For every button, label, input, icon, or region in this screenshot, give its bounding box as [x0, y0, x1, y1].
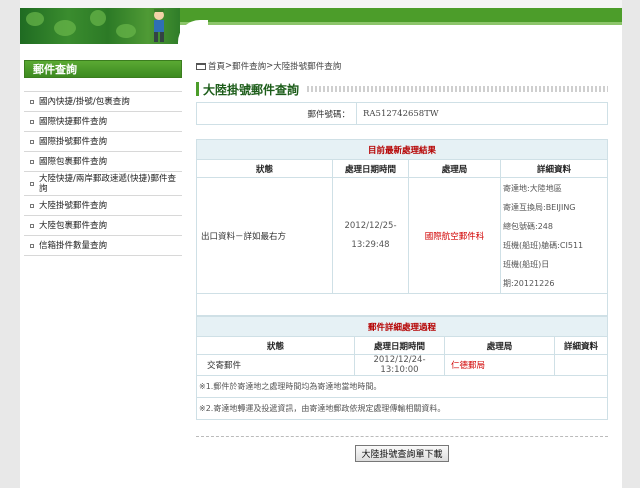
sidebar-item-mailbox-count[interactable]: 信箱掛件數量查詢	[24, 236, 182, 256]
table-row: 交寄郵件 2012/12/24-13:10:00 仁德郵局	[196, 354, 608, 376]
sidebar-item-mainland-express[interactable]: 大陸快捷/兩岸郵政速遞(快捷)郵件查詢	[24, 172, 182, 196]
col-header-details: 詳細資料	[500, 159, 608, 178]
sidebar-item-label: 大陸快捷/兩岸郵政速遞(快捷)郵件查詢	[39, 173, 176, 194]
sidebar-item-domestic[interactable]: 國內快捷/掛號/包裹查詢	[24, 92, 182, 112]
sidebar-item-label: 國內快捷/掛號/包裹查詢	[39, 96, 130, 107]
main-content: 首頁 > 郵件查詢 > 大陸掛號郵件查詢 大陸掛號郵件查詢 郵件號碼： RA5127…	[196, 58, 608, 462]
page: 郵件查詢 國內快捷/掛號/包裹查詢 國際快捷郵件查詢 國際掛號郵件查詢 國際包裹…	[20, 0, 622, 488]
latest-status: 出口資料－詳如最右方	[196, 177, 333, 294]
col-header-office: 處理局	[444, 336, 555, 355]
bullet-icon	[30, 223, 34, 228]
latest-datetime: 2012/12/25- 13:29:48	[332, 177, 409, 294]
page-heading: 大陸掛號郵件查詢	[196, 80, 608, 98]
top-strip	[20, 0, 622, 8]
bullet-icon	[30, 243, 34, 248]
table-row: 出口資料－詳如最右方 2012/12/25- 13:29:48 國際航空郵件科 …	[196, 177, 608, 294]
sidebar-item-intl-express[interactable]: 國際快捷郵件查詢	[24, 112, 182, 132]
sidebar-item-intl-registered[interactable]: 國際掛號郵件查詢	[24, 132, 182, 152]
history-detail	[554, 354, 608, 376]
mascot-icon	[154, 9, 164, 42]
breadcrumb-current: 大陸掛號郵件查詢	[273, 62, 342, 72]
latest-result-table: 目前最新處理結果 狀態 處理日期時間 處理局 詳細資料 出口資料－詳如最右方 2…	[196, 139, 608, 316]
history-table: 郵件詳細處理過程 狀態 處理日期時間 處理局 詳細資料 交寄郵件 2012/12…	[196, 316, 608, 420]
breadcrumb-mail-query[interactable]: 郵件查詢	[232, 60, 266, 72]
header-banner	[20, 0, 622, 44]
sidebar-title: 郵件查詢	[24, 60, 182, 78]
home-icon	[196, 62, 206, 70]
bullet-icon	[30, 119, 34, 124]
divider	[196, 436, 608, 437]
bullet-icon	[30, 159, 34, 164]
sidebar-item-intl-parcel[interactable]: 國際包裹郵件查詢	[24, 152, 182, 172]
sidebar-item-label: 大陸包裹郵件查詢	[39, 220, 108, 231]
bullet-icon	[30, 99, 34, 104]
bullet-icon	[30, 139, 34, 144]
col-header-datetime: 處理日期時間	[332, 159, 409, 178]
sidebar-item-label: 信箱掛件數量查詢	[39, 240, 108, 251]
note-timezone: ※1.郵件於寄達地之處理時間均為寄達地當地時間。	[196, 375, 608, 398]
sidebar-item-mainland-parcel[interactable]: 大陸包裹郵件查詢	[24, 216, 182, 236]
sidebar-item-label: 國際掛號郵件查詢	[39, 136, 108, 147]
mail-number-table: 郵件號碼： RA512742658TW	[196, 102, 608, 125]
sidebar-item-label: 大陸掛號郵件查詢	[39, 200, 108, 211]
bullet-icon	[30, 203, 34, 208]
history-section-title: 郵件詳細處理過程	[196, 316, 608, 337]
bullet-icon	[30, 181, 34, 186]
latest-details: 寄達地:大陸地區 寄達互換局:BEIJING 總包號碼:248 班機(船班)艙碼…	[500, 177, 608, 294]
breadcrumb-home[interactable]: 首頁	[208, 60, 225, 72]
latest-section-title: 目前最新處理結果	[196, 139, 608, 160]
history-office: 仁德郵局	[444, 354, 555, 376]
note-transfer: ※2.寄達地轉運及投遞資訊，由寄達地郵政依規定處理傳輸相關資料。	[196, 397, 608, 420]
col-header-details: 詳細資料	[554, 336, 608, 355]
page-title: 大陸掛號郵件查詢	[203, 82, 300, 97]
sidebar: 郵件查詢 國內快捷/掛號/包裹查詢 國際快捷郵件查詢 國際掛號郵件查詢 國際包裹…	[24, 60, 182, 256]
history-datetime: 2012/12/24-13:10:00	[354, 354, 445, 376]
mail-number-value: RA512742658TW	[356, 102, 608, 125]
mail-number-label: 郵件號碼：	[196, 102, 357, 125]
title-divider	[307, 86, 608, 92]
sidebar-item-mainland-registered[interactable]: 大陸掛號郵件查詢	[24, 196, 182, 216]
col-header-status: 狀態	[196, 159, 333, 178]
col-header-datetime: 處理日期時間	[354, 336, 445, 355]
sidebar-item-label: 國際快捷郵件查詢	[39, 116, 108, 127]
col-header-status: 狀態	[196, 336, 355, 355]
col-header-office: 處理局	[408, 159, 501, 178]
green-stripe	[180, 8, 622, 22]
sidebar-item-label: 國際包裹郵件查詢	[39, 156, 108, 167]
breadcrumb: 首頁 > 郵件查詢 > 大陸掛號郵件查詢	[196, 58, 608, 74]
forest-banner-image	[20, 8, 180, 44]
download-form-button[interactable]: 大陸掛號查詢單下載	[355, 445, 449, 462]
history-status: 交寄郵件	[196, 354, 355, 376]
latest-office: 國際航空郵件科	[408, 177, 501, 294]
